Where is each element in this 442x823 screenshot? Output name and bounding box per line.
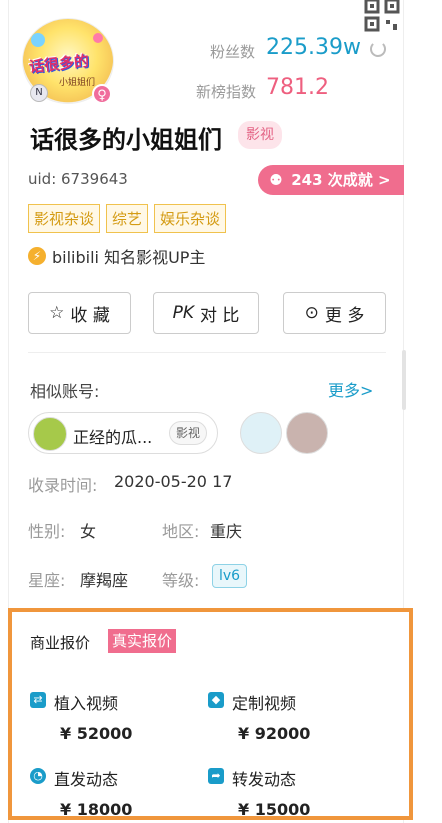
more-dots-icon: ⊙ [304, 303, 319, 323]
account-type-tag: 影视 [238, 121, 282, 149]
chevron-right-icon: > [378, 171, 391, 189]
recorded-time-value: 2020-05-20 17 [114, 472, 233, 491]
qr-code-icon[interactable] [362, 0, 402, 34]
quote-item-price: ¥ 15000 [238, 800, 311, 819]
quote-item-price: ¥ 92000 [238, 724, 311, 743]
female-icon: ♀ [92, 84, 112, 104]
verification: ⚡ bilibili 知名影视UP主 [28, 244, 205, 268]
business-quote-panel: 商业报价 真实报价 ⇄ 植入视频 ¥ 52000 ◆ 定制视频 ¥ 92000 … [8, 608, 413, 820]
avatar-decoration [93, 33, 103, 43]
custom-video-icon: ◆ [208, 692, 224, 708]
avatar-logo-subtext: 小姐姐们 [59, 78, 96, 88]
similar-account-avatar[interactable] [240, 412, 282, 454]
quote-item-label: 转发动态 [232, 770, 297, 789]
lightning-icon: ⚡ [28, 247, 46, 265]
region-label: 地区: [162, 522, 200, 541]
fans-value: 225.39w [266, 35, 361, 60]
achievements-button[interactable]: ⚉ 243 次成就 > [258, 165, 404, 195]
zodiac-value: 摩羯座 [80, 571, 129, 590]
verification-text: bilibili 知名影视UP主 [52, 248, 206, 267]
level-badge: lv6 [212, 564, 248, 588]
quote-item-label: 定制视频 [232, 694, 297, 713]
real-quote-tag: 真实报价 [108, 629, 177, 653]
compare-label: 对 比 [200, 305, 240, 326]
account-name: 话很多的小姐姐们 [30, 126, 222, 154]
category-tag: 影视杂谈 [28, 204, 101, 233]
gender-label: 性别: [28, 522, 66, 541]
level-label: 等级: [162, 571, 200, 590]
similar-accounts-title: 相似账号: [30, 382, 100, 401]
region-value: 重庆 [210, 522, 243, 541]
avatar-decoration [31, 33, 45, 47]
rank-index-value: 781.2 [266, 75, 329, 100]
similar-account-chip[interactable]: 正经的瓜... 影视 [28, 412, 218, 454]
scrollbar[interactable] [402, 350, 406, 410]
similar-account-avatar[interactable] [286, 412, 328, 454]
achievements-label: 243 次成就 [291, 171, 373, 189]
n-badge-icon: N [30, 84, 48, 102]
pk-icon: PK [172, 303, 194, 323]
quote-item-price: ¥ 18000 [60, 800, 133, 819]
similar-more-link[interactable]: 更多> [328, 377, 373, 401]
gender-value: 女 [80, 522, 97, 541]
quote-item-label: 直发动态 [54, 770, 119, 789]
star-icon: ☆ [49, 303, 65, 323]
favorite-label: 收 藏 [70, 305, 110, 326]
embed-video-icon: ⇄ [30, 692, 46, 708]
similar-account-tag: 影视 [169, 421, 208, 445]
compare-button[interactable]: PK 对 比 [153, 292, 259, 334]
fans-label: 粉丝数 [210, 43, 256, 61]
zodiac-label: 星座: [28, 571, 66, 590]
similar-account-name: 正经的瓜... [73, 428, 153, 447]
favorite-button[interactable]: ☆ 收 藏 [28, 292, 131, 334]
recorded-time-label: 收录时间: [28, 476, 98, 495]
avatar-logo-text: 话很多的 [28, 51, 90, 77]
quote-item-label: 植入视频 [54, 694, 119, 713]
category-tag: 综艺 [106, 204, 149, 233]
medal-icon: ⚉ [269, 171, 283, 189]
uid-text: uid: 6739643 [28, 170, 128, 188]
category-tag: 娱乐杂谈 [154, 204, 227, 233]
refresh-icon[interactable] [370, 41, 386, 57]
more-button[interactable]: ⊙ 更 多 [283, 292, 386, 334]
direct-post-icon: ◔ [30, 768, 46, 784]
divider [28, 352, 386, 353]
category-tags: 影视杂谈 综艺 娱乐杂谈 [28, 204, 227, 233]
quote-item-price: ¥ 52000 [60, 724, 133, 743]
more-label: 更 多 [324, 305, 365, 326]
repost-icon: ➦ [208, 768, 224, 784]
similar-account-avatar [33, 417, 67, 451]
business-quote-title: 商业报价 [30, 634, 91, 652]
rank-index-label: 新榜指数 [196, 83, 257, 101]
